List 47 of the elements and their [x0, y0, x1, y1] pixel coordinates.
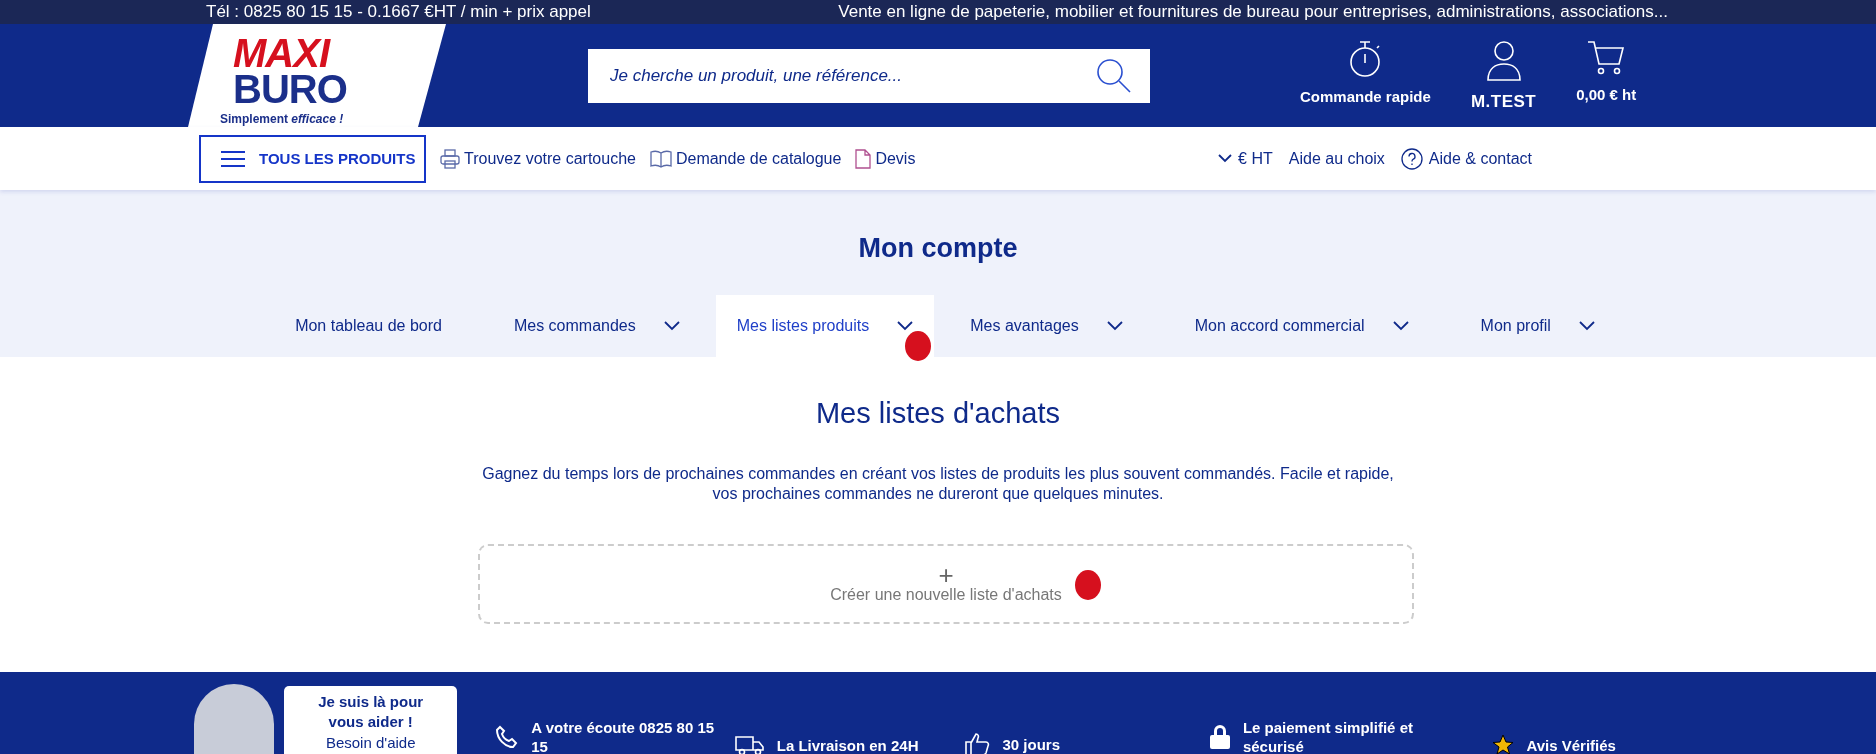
timer-button[interactable]: Commande rapide [1280, 39, 1451, 112]
feature-text: Le paiement simplifié et sécurisé [1242, 718, 1414, 754]
account-tab[interactable]: Mon accord commercial [1173, 295, 1430, 357]
nav-link[interactable]: € HT [1218, 149, 1273, 168]
book-icon [649, 149, 672, 168]
tagline: Vente en ligne de papeterie, mobilier et fournitures de bureau pour entreprises, administrations, associations... [838, 1, 1668, 23]
nav-link[interactable]: Aide & contact [1400, 147, 1532, 170]
account-tab[interactable]: Mes listes produits [715, 295, 935, 357]
user-button[interactable]: M.TEST [1450, 39, 1557, 112]
menu-icon [221, 149, 245, 168]
lock-icon [1208, 724, 1231, 750]
help-icon [1400, 147, 1423, 170]
search-field[interactable]: Je cherche un produit, une référence... [588, 48, 1150, 103]
star-icon [1492, 734, 1515, 754]
page-title: Mon compte [857, 232, 1019, 265]
cart-icon [1587, 39, 1626, 76]
account-tab[interactable]: Mes avantages [949, 295, 1144, 357]
feature-text: Avis Vérifiés [1526, 735, 1616, 754]
nav-link[interactable]: Devis [855, 148, 916, 169]
nav-link[interactable]: Trouvez votre cartouche [440, 148, 636, 169]
logo[interactable]: MAXI BURO Simplement efficace ! [188, 24, 446, 127]
feature-text: 30 jours [1002, 734, 1061, 754]
description-text: Gagnez du temps lors de prochaines commandes en créant vos listes de produits les plus souvent commandés. Facile et rapide, vos prochaines commandes ne dureront que quelques minutes. [481, 464, 1395, 504]
chevron-down-icon [1218, 154, 1233, 163]
phone-icon [495, 725, 520, 749]
help-link[interactable]: Besoin d'aide [325, 734, 416, 751]
stopwatch-icon [1349, 39, 1382, 78]
section-title: Mes listes d'achats [814, 396, 1062, 430]
phone-number: Tél : 0825 80 15 15 - 0.1667 €HT / min + prix appel [206, 1, 591, 23]
nav-link[interactable]: Aide au choix [1288, 149, 1385, 168]
nav-link[interactable]: Demande de catalogue [649, 149, 842, 168]
marker-dot [1075, 570, 1101, 600]
cart-button[interactable]: 0,00 € ht [1556, 39, 1657, 112]
feature-text: A votre écoute 0825 80 15 15 [531, 718, 716, 754]
printer-icon [440, 148, 460, 169]
all-products-button[interactable]: TOUS LES PRODUITS [199, 134, 426, 183]
document-icon [855, 148, 872, 169]
account-tab[interactable]: Mes commandes [492, 295, 701, 357]
create-list-button[interactable]: + Créer une nouvelle liste d'achats [478, 544, 1414, 624]
user-icon [1485, 39, 1522, 82]
account-tab[interactable]: Mon profil [1459, 295, 1616, 357]
truck-icon [734, 734, 765, 754]
help-card-title: Je suis là pour vous aider ! [317, 692, 425, 732]
account-tab[interactable]: Mon tableau de bord [274, 295, 463, 357]
thumbs-up-icon [964, 732, 991, 754]
feature-text: La Livraison en 24H [776, 735, 919, 754]
search-icon[interactable] [1096, 57, 1132, 94]
